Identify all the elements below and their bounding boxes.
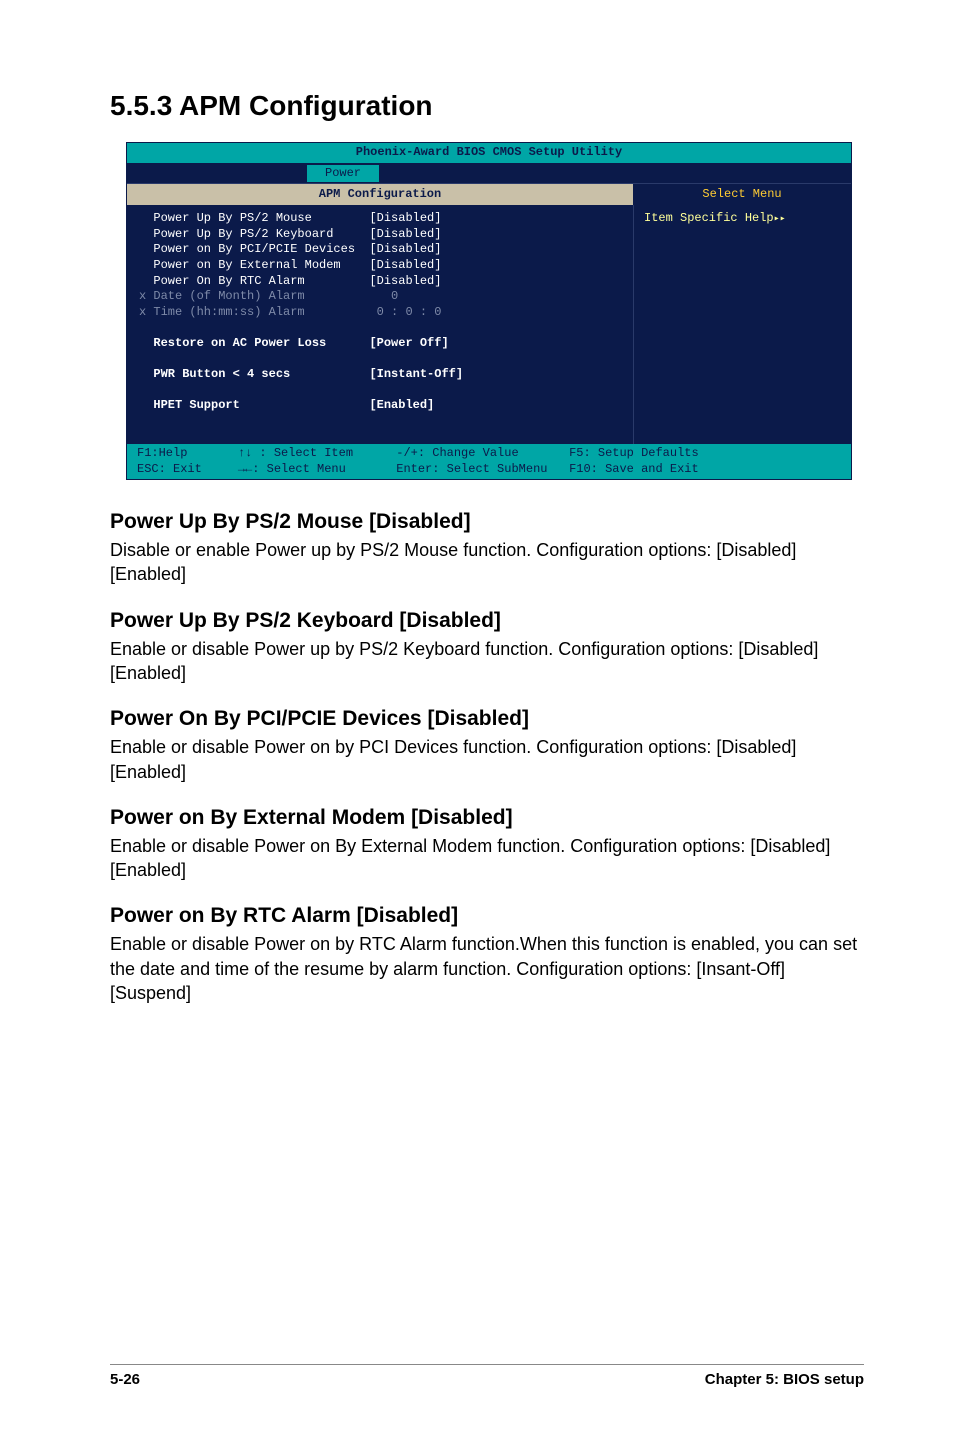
bios-title-bar: Phoenix-Award BIOS CMOS Setup Utility bbox=[127, 143, 851, 165]
bios-setting-row: Power on By PCI/PCIE Devices [Disabled] bbox=[139, 242, 621, 258]
doc-section: Power Up By PS/2 Keyboard [Disabled] Enab… bbox=[110, 609, 864, 686]
help-arrow-icon bbox=[774, 211, 786, 225]
bios-setting-row: Power Up By PS/2 Mouse [Disabled] bbox=[139, 211, 621, 227]
bios-settings-panel: Power Up By PS/2 Mouse [Disabled] Power … bbox=[127, 205, 633, 444]
section-title: Power on By External Modem [Disabled] bbox=[110, 806, 864, 830]
section-body: Enable or disable Power on by RTC Alarm … bbox=[110, 932, 864, 1005]
section-title: Power on By RTC Alarm [Disabled] bbox=[110, 904, 864, 928]
bios-menu-bar: Power bbox=[127, 165, 851, 183]
section-title: Power On By PCI/PCIE Devices [Disabled] bbox=[110, 707, 864, 731]
bios-select-menu-label: Select Menu bbox=[633, 184, 851, 206]
bios-help-panel: Item Specific Help bbox=[633, 205, 851, 444]
bios-setting-row-bold: HPET Support [Enabled] bbox=[139, 398, 621, 414]
bios-setting-row: Power On By RTC Alarm [Disabled] bbox=[139, 274, 621, 290]
section-body: Enable or disable Power on by PCI Device… bbox=[110, 735, 864, 784]
chapter-label: Chapter 5: BIOS setup bbox=[705, 1371, 864, 1388]
page-number: 5-26 bbox=[110, 1371, 140, 1388]
bios-help-title: Item Specific Help bbox=[644, 211, 774, 225]
bios-tab-power: Power bbox=[307, 165, 379, 183]
section-body: Enable or disable Power on By External M… bbox=[110, 834, 864, 883]
bios-setting-row: x Date (of Month) Alarm 0 bbox=[139, 289, 621, 305]
doc-section: Power on By External Modem [Disabled] Ena… bbox=[110, 806, 864, 883]
doc-section: Power on By RTC Alarm [Disabled] Enable o… bbox=[110, 904, 864, 1005]
page-section-heading: 5.5.3 APM Configuration bbox=[110, 90, 864, 122]
section-body: Enable or disable Power up by PS/2 Keybo… bbox=[110, 637, 864, 686]
bios-screenshot: Phoenix-Award BIOS CMOS Setup Utility Po… bbox=[126, 142, 852, 480]
page-footer: 5-26 Chapter 5: BIOS setup bbox=[110, 1364, 864, 1388]
bios-setting-row-bold: PWR Button < 4 secs [Instant-Off] bbox=[139, 367, 621, 383]
section-body: Disable or enable Power up by PS/2 Mouse… bbox=[110, 538, 864, 587]
section-title: Power Up By PS/2 Mouse [Disabled] bbox=[110, 510, 864, 534]
bios-setting-row: Power Up By PS/2 Keyboard [Disabled] bbox=[139, 227, 621, 243]
doc-section: Power Up By PS/2 Mouse [Disabled] Disable… bbox=[110, 510, 864, 587]
doc-section: Power On By PCI/PCIE Devices [Disabled] E… bbox=[110, 707, 864, 784]
bios-setting-row-bold: Restore on AC Power Loss [Power Off] bbox=[139, 336, 621, 352]
bios-panel-title: APM Configuration bbox=[127, 184, 633, 206]
section-title: Power Up By PS/2 Keyboard [Disabled] bbox=[110, 609, 864, 633]
bios-footer-bar: F1:Help ↑↓ : Select Item -/+: Change Val… bbox=[127, 444, 851, 479]
bios-setting-row: Power on By External Modem [Disabled] bbox=[139, 258, 621, 274]
bios-setting-row: x Time (hh:mm:ss) Alarm 0 : 0 : 0 bbox=[139, 305, 621, 321]
